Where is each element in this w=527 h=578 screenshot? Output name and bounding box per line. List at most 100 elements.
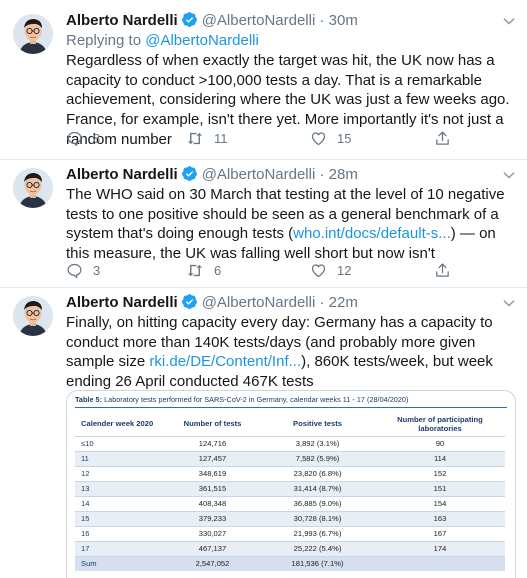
lab-tests-table: Calender week 2020 Number of tests Posit… xyxy=(75,412,505,571)
table-header-row: Calender week 2020 Number of tests Posit… xyxy=(75,412,505,436)
table-cell: 163 xyxy=(375,510,505,526)
author-handle[interactable]: @AlbertoNardelli xyxy=(202,12,316,29)
column-header: Positive tests xyxy=(293,419,342,429)
reply-icon xyxy=(66,130,83,147)
table-cell: 7,582 (5.9%) xyxy=(260,450,375,466)
table-cell: 15 xyxy=(75,510,165,526)
table-row: 17 467,137 25,222 (5.4%) 174 xyxy=(75,540,505,556)
table-cell: 25,222 (5.4%) xyxy=(260,540,375,556)
reply-count: 3 xyxy=(93,262,101,278)
reply-button[interactable]: 8 xyxy=(66,128,100,148)
share-icon xyxy=(434,262,451,279)
author-name[interactable]: Alberto Nardelli xyxy=(66,294,178,311)
like-count: 15 xyxy=(337,130,352,146)
column-header: Number of participating laboratories xyxy=(397,414,483,433)
tweet-timestamp[interactable]: 28m xyxy=(329,166,358,183)
retweet-icon xyxy=(186,130,204,147)
replying-to-label: Replying to xyxy=(66,32,142,49)
table-sum-row: Sum 2,547,052 181,536 (7.1%) xyxy=(75,555,505,571)
table-cell: 361,515 xyxy=(165,480,260,496)
table-row: 12 348,619 23,820 (6.8%) 152 xyxy=(75,465,505,481)
retweet-count: 6 xyxy=(214,262,222,278)
table-cell: 21,993 (6.7%) xyxy=(260,525,375,541)
like-button[interactable]: 15 xyxy=(310,128,351,148)
table-cell: 36,885 (9.0%) xyxy=(260,495,375,511)
column-header: Calender week 2020 xyxy=(81,419,154,429)
table-cell: 152 xyxy=(375,465,505,481)
table-caption: Table 5: Laboratory tests performed for … xyxy=(75,395,408,404)
table-cell: 408,348 xyxy=(165,495,260,511)
table-cell: 124,716 xyxy=(165,435,260,451)
author-avatar[interactable] xyxy=(13,168,53,208)
heart-icon xyxy=(310,130,327,147)
table-cell: 3,892 (3.1%) xyxy=(260,435,375,451)
table-cell: 181,536 (7.1%) xyxy=(260,555,375,571)
table-cell: 16 xyxy=(75,525,165,541)
table-cell: 379,233 xyxy=(165,510,260,526)
author-handle[interactable]: @AlbertoNardelli xyxy=(202,166,316,183)
table-cell: 90 xyxy=(375,435,505,451)
table-cell: 151 xyxy=(375,480,505,496)
tweet-2[interactable]: Alberto Nardelli @AlbertoNardelli · 28m T… xyxy=(0,160,527,288)
table-cell: 348,619 xyxy=(165,465,260,481)
table-cell: 467,137 xyxy=(165,540,260,556)
tweet-link[interactable]: who.int/docs/default-s... xyxy=(293,225,451,242)
table-caption-label: Table 5: xyxy=(75,395,103,404)
tweet-image[interactable]: Table 5: Laboratory tests performed for … xyxy=(66,390,516,578)
share-icon xyxy=(434,130,451,147)
author-avatar[interactable] xyxy=(13,296,53,336)
tweet-timestamp[interactable]: 30m xyxy=(329,12,358,29)
table-row: 15 379,233 30,728 (8.1%) 163 xyxy=(75,510,505,526)
reply-button[interactable]: 3 xyxy=(66,260,100,280)
like-button[interactable]: 12 xyxy=(310,260,351,280)
tweet-text: The WHO said on 30 March that testing at… xyxy=(66,185,517,264)
tweet-1[interactable]: Alberto Nardelli @AlbertoNardelli · 30m R… xyxy=(0,0,527,160)
author-avatar[interactable] xyxy=(13,14,53,54)
table-cell: 167 xyxy=(375,525,505,541)
table-cell: 114 xyxy=(375,450,505,466)
tweet-actions: 8 11 15 xyxy=(66,128,496,148)
replying-to-link[interactable]: @AlbertoNardelli xyxy=(145,32,259,49)
table-top-rule xyxy=(75,407,507,408)
reply-icon xyxy=(66,262,83,279)
avatar-portrait-icon xyxy=(13,296,53,336)
table-cell: 30,728 (8.1%) xyxy=(260,510,375,526)
author-name[interactable]: Alberto Nardelli xyxy=(66,166,178,183)
share-button[interactable] xyxy=(434,260,451,280)
column-header: Number of tests xyxy=(183,419,242,429)
author-handle[interactable]: @AlbertoNardelli xyxy=(202,294,316,311)
tweet-link[interactable]: rki.de/DE/Content/Inf... xyxy=(149,353,301,370)
table-row: 16 330,027 21,993 (6.7%) 167 xyxy=(75,525,505,541)
table-cell: 330,027 xyxy=(165,525,260,541)
separator-dot: · xyxy=(319,166,325,183)
author-name[interactable]: Alberto Nardelli xyxy=(66,12,178,29)
more-options-icon[interactable] xyxy=(501,13,517,34)
table-cell: 23,820 (6.8%) xyxy=(260,465,375,481)
retweet-icon xyxy=(186,262,204,279)
tweet-3[interactable]: Alberto Nardelli @AlbertoNardelli · 22m F… xyxy=(0,288,527,578)
table-cell: 14 xyxy=(75,495,165,511)
tweet-timestamp[interactable]: 22m xyxy=(329,294,358,311)
table-cell: ≤10 xyxy=(75,435,165,451)
table-row: 14 408,348 36,885 (9.0%) 154 xyxy=(75,495,505,511)
separator-dot: · xyxy=(319,12,325,29)
table-cell: 17 xyxy=(75,540,165,556)
tweet-actions: 3 6 12 xyxy=(66,260,496,280)
table-cell: 2,547,052 xyxy=(165,555,260,571)
share-button[interactable] xyxy=(434,128,451,148)
table-row: 13 361,515 31,414 (8.7%) 151 xyxy=(75,480,505,496)
retweet-count: 11 xyxy=(214,130,228,146)
table-row: ≤10 124,716 3,892 (3.1%) 90 xyxy=(75,435,505,451)
like-count: 12 xyxy=(337,262,352,278)
avatar-portrait-icon xyxy=(13,168,53,208)
table-cell: 11 xyxy=(75,450,165,466)
table-cell: Sum xyxy=(75,555,165,571)
table-cell: 13 xyxy=(75,480,165,496)
table-row: 11 127,457 7,582 (5.9%) 114 xyxy=(75,450,505,466)
table-cell: 174 xyxy=(375,540,505,556)
table-cell: 12 xyxy=(75,465,165,481)
retweet-button[interactable]: 11 xyxy=(186,128,228,148)
retweet-button[interactable]: 6 xyxy=(186,260,221,280)
table-cell: 154 xyxy=(375,495,505,511)
reply-count: 8 xyxy=(93,130,101,146)
